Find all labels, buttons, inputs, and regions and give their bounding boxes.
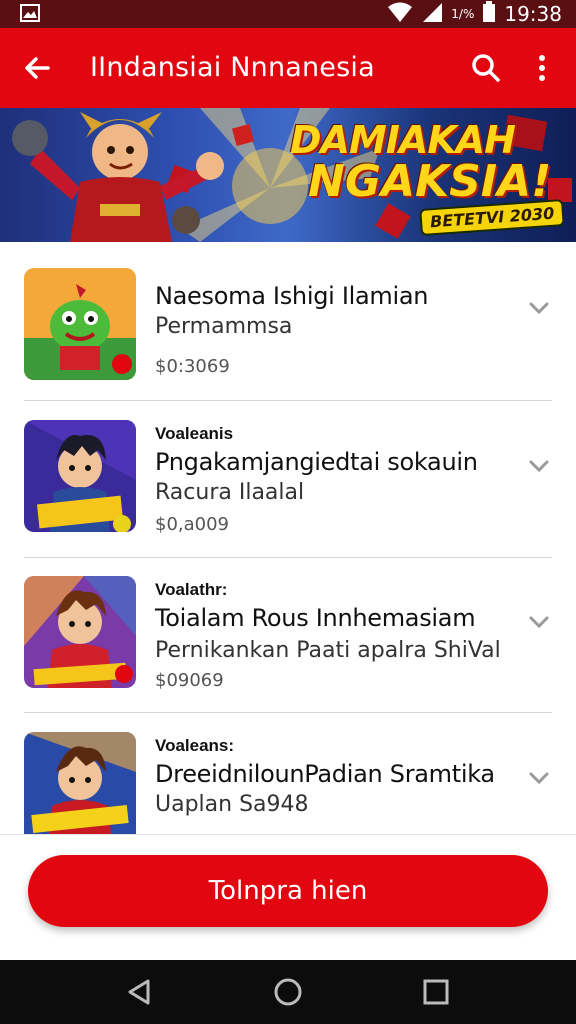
more-vert-icon[interactable]: [522, 48, 562, 88]
game-title: DreeidnilounPadian Sramtika: [155, 760, 495, 788]
back-arrow-icon[interactable]: [18, 48, 58, 88]
chevron-down-icon[interactable]: [525, 452, 553, 480]
game-subtitle: Uaplan Sa948: [155, 792, 309, 817]
game-thumbnail: [24, 420, 136, 532]
chevron-down-icon[interactable]: [525, 608, 553, 636]
game-price: $0:3069: [155, 356, 230, 377]
game-subtitle: Pernikankan Paati apalra ShiVal: [155, 638, 501, 663]
list-item[interactable]: Naesoma Ishigi Ilamian Permammsa $0:3069: [0, 242, 576, 398]
game-thumbnail: [24, 576, 136, 688]
battery-percent: 1/%: [451, 7, 475, 21]
chevron-down-icon[interactable]: [525, 764, 553, 792]
recents-square-icon[interactable]: [420, 976, 452, 1008]
game-subtitle: Permammsa: [155, 314, 293, 339]
signal-icon: [421, 1, 443, 28]
list-item[interactable]: Voaleans: DreeidnilounPadian Sramtika Ua…: [0, 714, 576, 834]
divider: [24, 712, 552, 713]
game-title: Naesoma Ishigi Ilamian: [155, 282, 429, 310]
bottom-action-area: Tolnpra hien: [0, 834, 576, 961]
app-title: IIndansiai Nnnanesia: [90, 52, 375, 83]
wifi-icon: [387, 1, 413, 28]
promo-banner[interactable]: DAMIAKAH NGAKSIA! BETETVI 2030: [0, 108, 576, 242]
list-item[interactable]: Voaleanis Pngakamjangiedtai sokauin Racu…: [0, 402, 576, 558]
game-category: Voaleans:: [155, 736, 235, 755]
list-item[interactable]: Voalathr: Toialam Rous Innhemasiam Perni…: [0, 558, 576, 714]
battery-icon: [482, 0, 496, 28]
game-category: Voalathr:: [155, 580, 228, 599]
status-bar: 1/% 19:38: [0, 0, 576, 28]
back-triangle-icon[interactable]: [124, 976, 156, 1008]
game-price: $09069: [155, 670, 224, 691]
image-icon: [20, 4, 40, 27]
game-thumbnail: [24, 732, 136, 834]
banner-headline: DAMIAKAH NGAKSIA!: [290, 118, 570, 207]
home-circle-icon[interactable]: [272, 976, 304, 1008]
game-price: $0,a009: [155, 514, 230, 535]
game-title: Pngakamjangiedtai sokauin: [155, 448, 478, 476]
game-subtitle: Racura Ilaalal: [155, 480, 305, 505]
game-thumbnail: [24, 268, 136, 380]
status-time: 19:38: [504, 2, 562, 26]
divider: [24, 400, 552, 401]
game-category: Voaleanis: [155, 424, 234, 443]
game-list: Naesoma Ishigi Ilamian Permammsa $0:3069…: [0, 242, 576, 834]
primary-action-button[interactable]: Tolnpra hien: [28, 855, 548, 927]
search-icon[interactable]: [466, 48, 506, 88]
system-nav-bar: [0, 960, 576, 1024]
banner-title-line2: NGAKSIA!: [308, 156, 552, 207]
game-title: Toialam Rous Innhemasiam: [155, 604, 476, 632]
app-bar: IIndansiai Nnnanesia: [0, 28, 576, 108]
chevron-down-icon[interactable]: [525, 294, 553, 322]
